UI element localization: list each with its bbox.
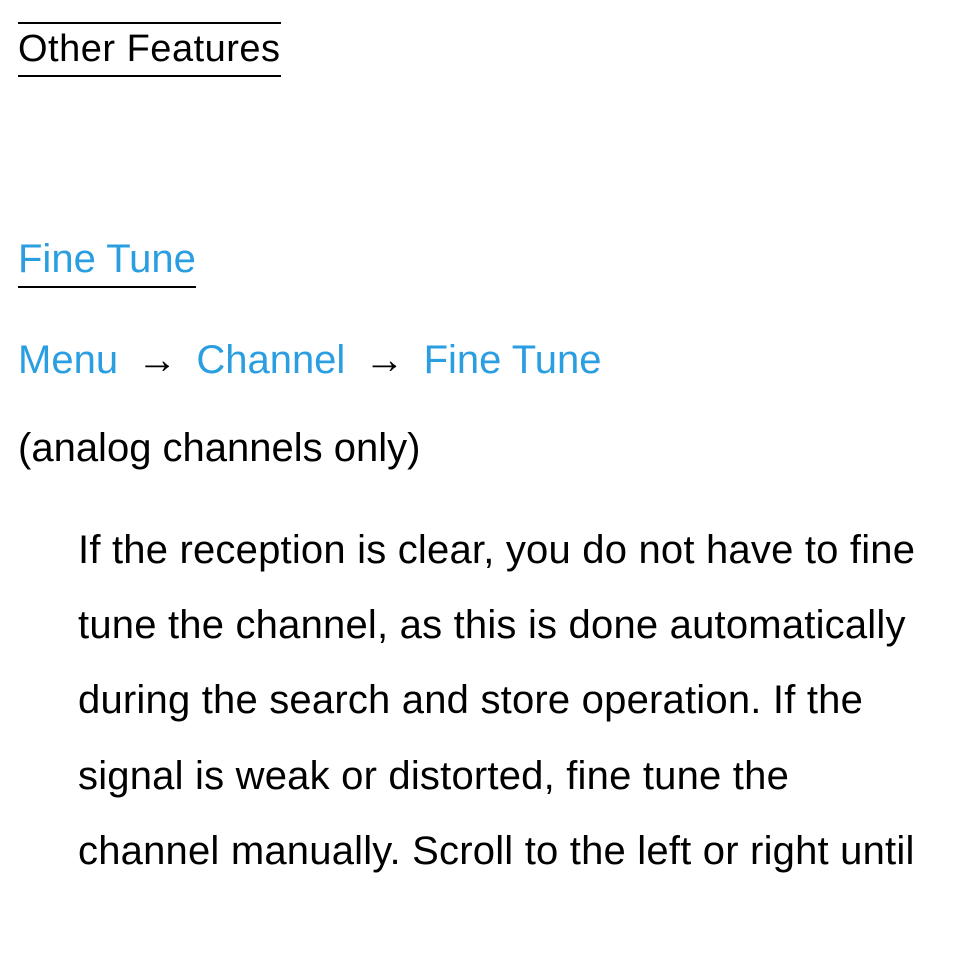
nav-step-menu: Menu [18,338,118,382]
section-header: Other Features [18,22,281,77]
nav-step-finetune: Fine Tune [424,338,602,382]
feature-description: If the reception is clear, you do not ha… [18,513,936,889]
arrow-right-icon: → [129,338,185,382]
manual-page: Other Features Fine Tune Menu → Channel … [0,0,954,889]
feature-title: Fine Tune [18,237,196,288]
nav-step-channel: Channel [196,338,345,382]
arrow-right-icon: → [356,338,412,382]
feature-note: (analog channels only) [18,426,936,471]
menu-path: Menu → Channel → Fine Tune [18,334,936,386]
